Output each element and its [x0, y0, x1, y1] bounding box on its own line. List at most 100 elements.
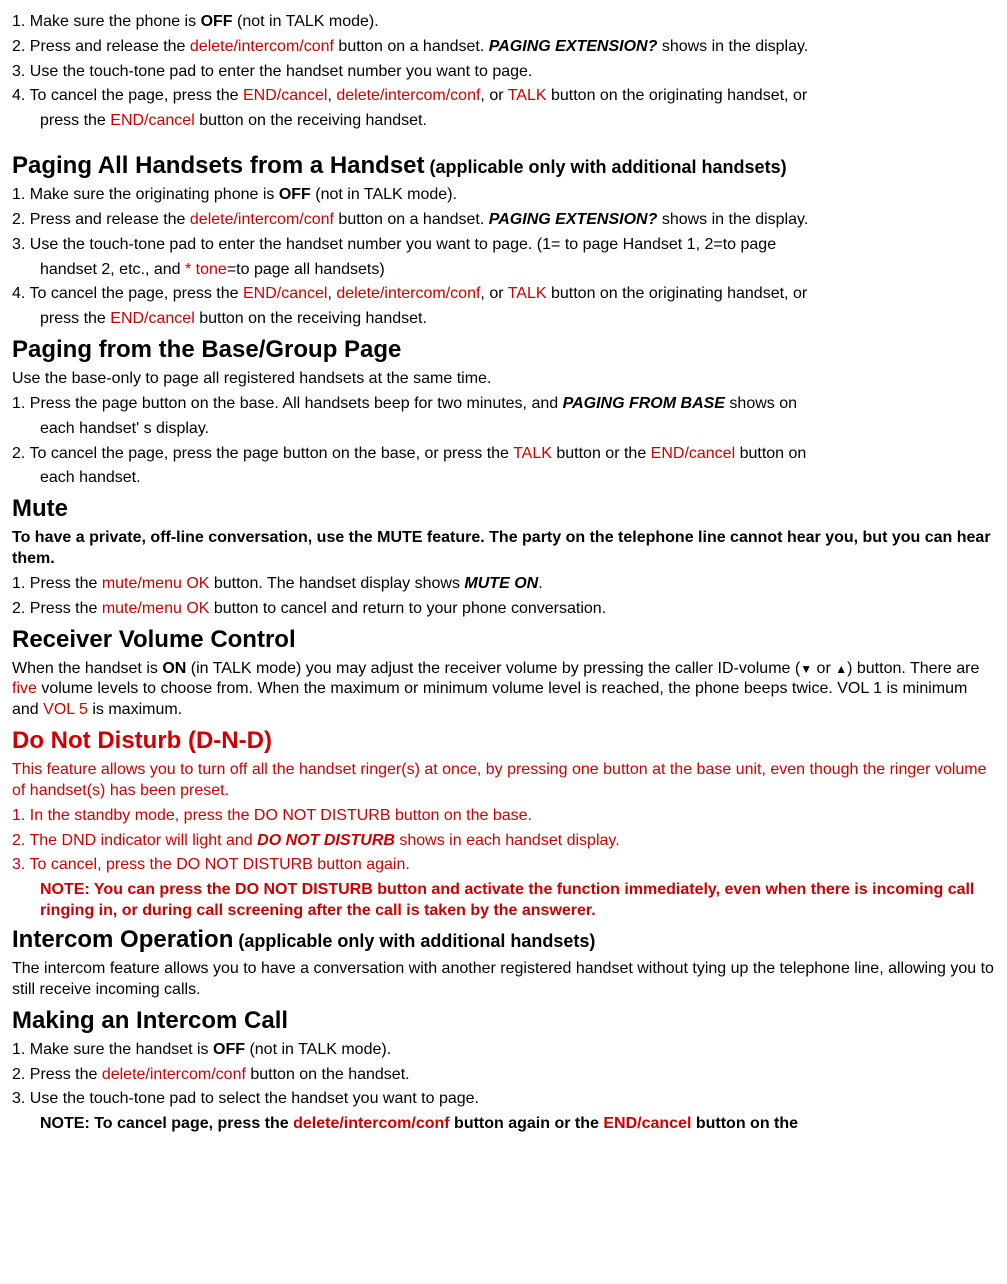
- down-arrow-icon: ▼: [800, 662, 812, 676]
- t: 2. Press the: [12, 1066, 102, 1083]
- step-1: 1. In the standby mode, press the DO NOT…: [12, 806, 995, 827]
- intro: Use the base-only to page all registered…: [12, 369, 995, 390]
- t: Receiver Volume Control: [12, 626, 296, 653]
- t: To have a private, off-line conversation…: [12, 529, 991, 567]
- t: button on a handset.: [334, 38, 489, 55]
- intercom-intro: The intercom feature allows you to have …: [12, 959, 995, 1001]
- t: button on: [735, 445, 806, 462]
- t: button on the: [691, 1115, 798, 1132]
- t: , or: [480, 87, 507, 104]
- t: is maximum.: [88, 701, 182, 718]
- btn-talk: TALK: [513, 445, 552, 462]
- t: 2. To cancel the page, press the page bu…: [12, 445, 513, 462]
- t: , or: [480, 285, 507, 302]
- vol-text: When the handset is ON (in TALK mode) yo…: [12, 659, 995, 721]
- step-3-cont: handset 2, etc., and * tone=to page all …: [40, 260, 995, 281]
- step-1: 1. Make sure the handset is OFF (not in …: [12, 1040, 995, 1061]
- five: five: [12, 680, 37, 697]
- vol5: VOL 5: [43, 701, 88, 718]
- up-arrow-icon: ▲: [835, 662, 847, 676]
- t: 4. To cancel the page, press the: [12, 285, 243, 302]
- t: button on the receiving handset.: [195, 112, 427, 129]
- mute-on: MUTE ON: [464, 575, 538, 592]
- t: Use the base-only to page all registered…: [12, 370, 491, 387]
- t: shows in each handset display.: [395, 832, 620, 849]
- btn-delete: delete/intercom/conf: [190, 38, 334, 55]
- t: 1. Press the page button on the base. Al…: [12, 395, 563, 412]
- t: (not in TALK mode).: [233, 13, 379, 30]
- step-3: 3. Use the touch-tone pad to enter the h…: [12, 62, 995, 83]
- paging-ext: PAGING EXTENSION?: [489, 211, 658, 228]
- step-1: 1. Press the mute/menu OK button. The ha…: [12, 574, 995, 595]
- step-2-cont: each handset.: [40, 468, 995, 489]
- off: OFF: [213, 1041, 245, 1058]
- t: 3. To cancel, press the DO NOT DISTURB b…: [12, 856, 410, 873]
- dnd-intro: This feature allows you to turn off all …: [12, 760, 995, 802]
- heading-intercom: Intercom Operation (applicable only with…: [12, 924, 995, 955]
- t: 1. Make sure the handset is: [12, 1041, 213, 1058]
- heading-paging-base: Paging from the Base/Group Page: [12, 334, 995, 365]
- t: 2. Press and release the: [12, 211, 190, 228]
- t: each handset' s display.: [40, 420, 209, 437]
- t: or: [812, 660, 835, 677]
- t: button on the originating handset, or: [547, 285, 808, 302]
- btn-delete: delete/intercom/conf: [293, 1115, 449, 1132]
- paging-from-base: PAGING FROM BASE: [563, 395, 725, 412]
- t: ,: [327, 285, 336, 302]
- t: press the: [40, 310, 110, 327]
- off: OFF: [201, 13, 233, 30]
- step-1-cont: each handset' s display.: [40, 419, 995, 440]
- t: shows in the display.: [657, 211, 808, 228]
- t: Intercom Operation: [12, 926, 233, 953]
- t: button to cancel and return to your phon…: [209, 600, 606, 617]
- t: Paging All Handsets from a Handset: [12, 152, 425, 179]
- step-2: 2. The DND indicator will light and DO N…: [12, 831, 995, 852]
- t: 2. Press and release the: [12, 38, 190, 55]
- t: button. The handset display shows: [209, 575, 464, 592]
- btn-end: END/cancel: [243, 87, 327, 104]
- t: ) button. There are: [847, 660, 979, 677]
- step-2: 2. Press the delete/intercom/conf button…: [12, 1065, 995, 1086]
- btn-mute: mute/menu OK: [102, 600, 210, 617]
- t: each handset.: [40, 469, 141, 486]
- t: 1. Make sure the phone is: [12, 13, 201, 30]
- t: button or the: [552, 445, 651, 462]
- btn-end: END/cancel: [603, 1115, 691, 1132]
- btn-delete: delete/intercom/conf: [336, 87, 480, 104]
- t: This feature allows you to turn off all …: [12, 761, 987, 799]
- paren: (applicable only with additional handset…: [425, 157, 787, 177]
- t: (in TALK mode) you may adjust the receiv…: [186, 660, 800, 677]
- on: ON: [162, 660, 186, 677]
- btn-end: END/cancel: [243, 285, 327, 302]
- heading-paging-all: Paging All Handsets from a Handset (appl…: [12, 150, 995, 181]
- t: press the: [40, 112, 110, 129]
- btn-mute: mute/menu OK: [102, 575, 210, 592]
- paren: (applicable only with additional handset…: [233, 931, 595, 951]
- step-4-cont: press the END/cancel button on the recei…: [40, 309, 995, 330]
- t: shows on: [725, 395, 797, 412]
- t: button on the handset.: [246, 1066, 410, 1083]
- t: 1. In the standby mode, press the DO NOT…: [12, 807, 532, 824]
- off: OFF: [279, 186, 311, 203]
- t: When the handset is: [12, 660, 162, 677]
- t: 1. Make sure the originating phone is: [12, 186, 279, 203]
- dnd-label: DO NOT DISTURB: [257, 832, 395, 849]
- step-2: 2. Press and release the delete/intercom…: [12, 210, 995, 231]
- paging-ext: PAGING EXTENSION?: [489, 38, 658, 55]
- step-2: 2. Press and release the delete/intercom…: [12, 37, 995, 58]
- t: NOTE: You can press the DO NOT DISTURB b…: [40, 881, 974, 919]
- step-2: 2. To cancel the page, press the page bu…: [12, 444, 995, 465]
- btn-delete: delete/intercom/conf: [336, 285, 480, 302]
- btn-end: END/cancel: [110, 310, 194, 327]
- step-4-cont: press the END/cancel button on the recei…: [40, 111, 995, 132]
- step-1: 1. Make sure the phone is OFF (not in TA…: [12, 12, 995, 33]
- btn-delete: delete/intercom/conf: [190, 211, 334, 228]
- dnd-note: NOTE: You can press the DO NOT DISTURB b…: [40, 880, 995, 922]
- step-3: 3. To cancel, press the DO NOT DISTURB b…: [12, 855, 995, 876]
- t: Mute: [12, 495, 68, 522]
- btn-talk: TALK: [508, 87, 547, 104]
- t: Do Not Disturb (D-N-D): [12, 727, 272, 754]
- t: Making an Intercom Call: [12, 1007, 288, 1034]
- t: .: [538, 575, 542, 592]
- t: =to page all handsets): [227, 261, 385, 278]
